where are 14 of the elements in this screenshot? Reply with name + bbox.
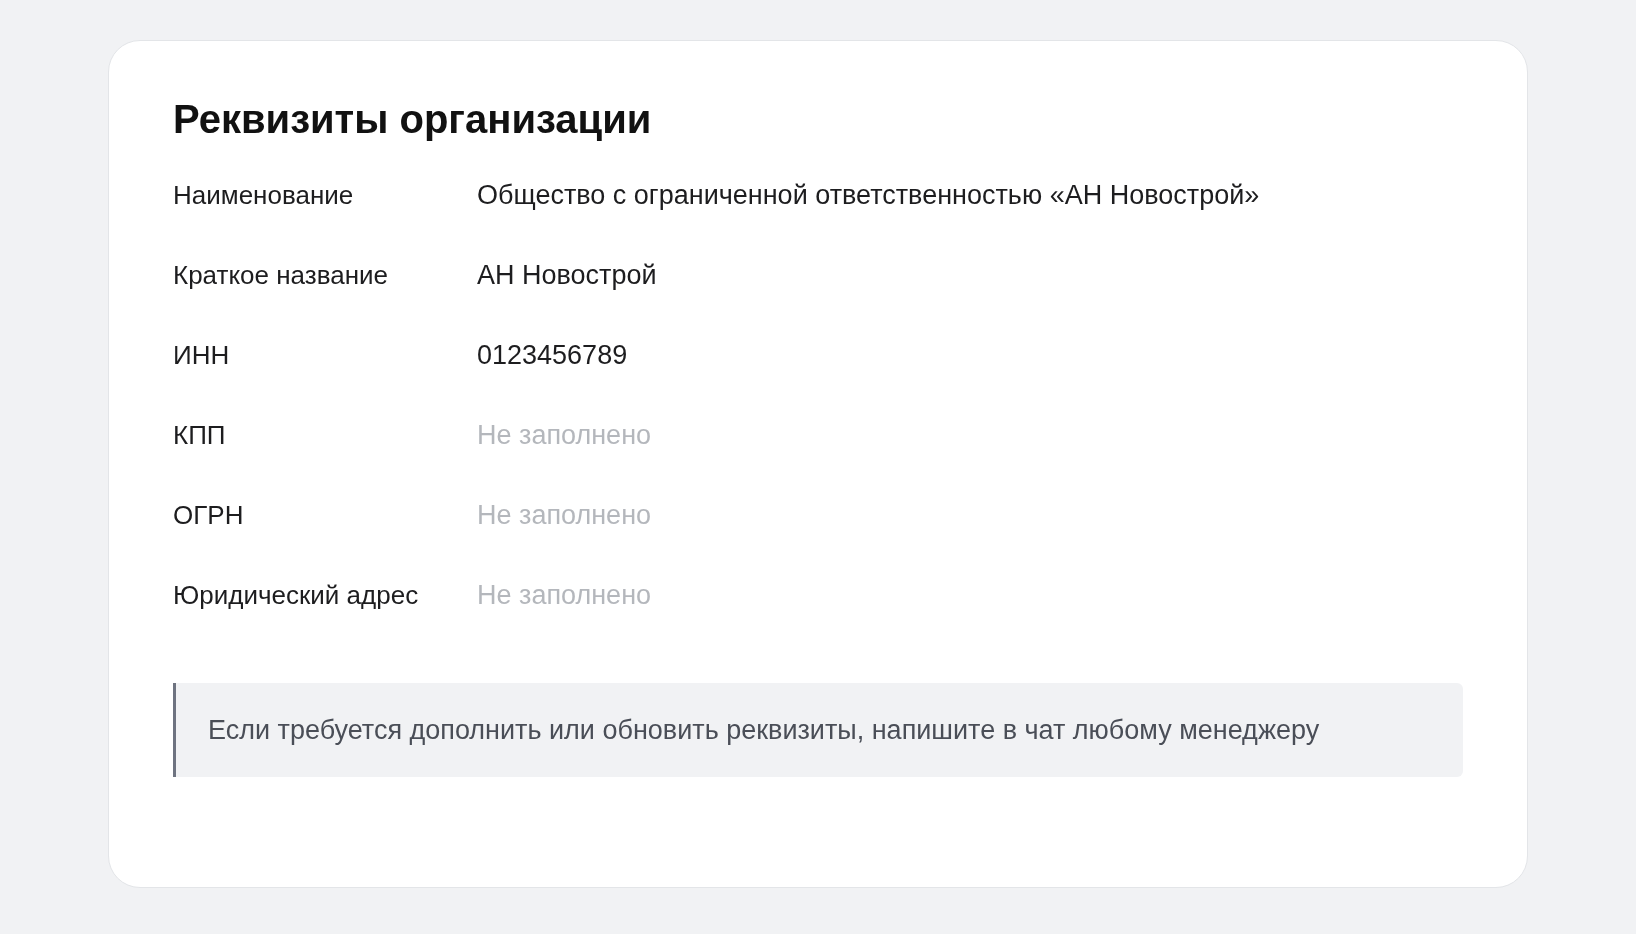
field-value: Не заполнено: [477, 499, 652, 532]
card-title: Реквизиты организации: [173, 96, 653, 143]
field-value: Не заполнено: [477, 419, 652, 452]
field-label: Наименование: [173, 179, 355, 212]
field-label: КПП: [173, 419, 227, 452]
field-value: 0123456789: [477, 339, 628, 372]
field-label: Краткое название: [173, 259, 389, 292]
field-label: ИНН: [173, 339, 231, 372]
field-value: Общество с ограниченной ответственностью «АН Новострой»: [477, 179, 1260, 212]
field-label: ОГРН: [173, 499, 245, 532]
field-value: Не заполнено: [477, 579, 652, 612]
info-note: Если требуется дополнить или обновить реквизиты, напишите в чат любому менеджеру: [173, 683, 1463, 777]
field-label: Юридический адрес: [173, 579, 420, 612]
field-value: АН Новострой: [477, 259, 657, 292]
